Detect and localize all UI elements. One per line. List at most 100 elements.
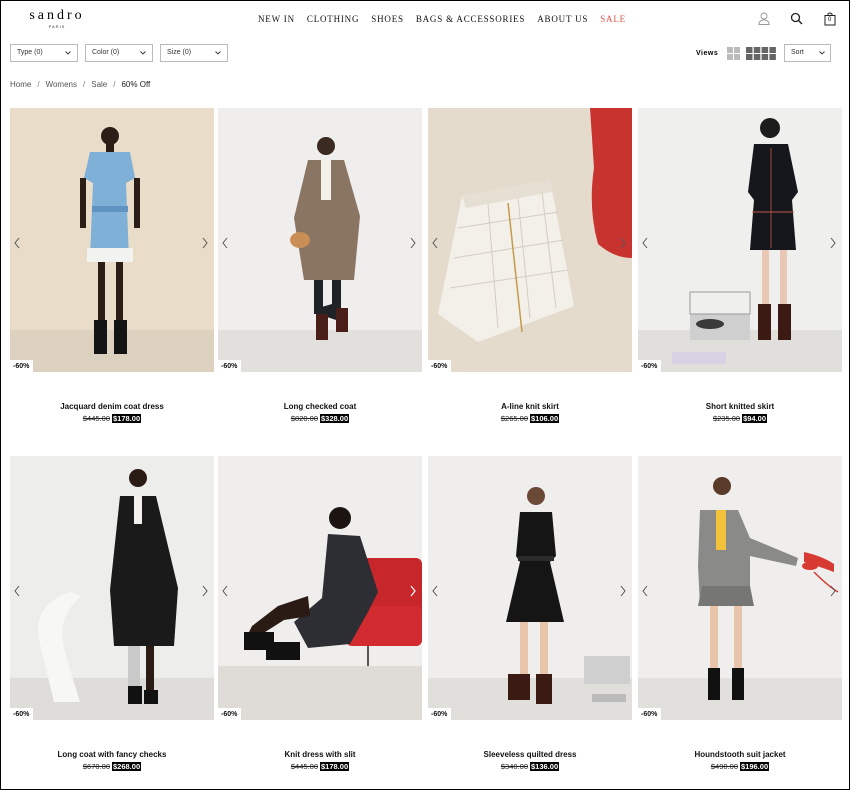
original-price: $490.00 [710,762,738,771]
product-price: $340.00 $136.00 [428,762,632,771]
search-icon[interactable] [790,12,804,26]
sale-price: $268.00 [112,762,142,771]
discount-badge: -60% [638,708,662,720]
main-nav: NEW IN CLOTHING SHOES BAGS & ACCESSORIES… [258,14,638,24]
breadcrumb-home[interactable]: Home [10,80,31,89]
nav-sale[interactable]: SALE [600,14,626,24]
brand-name: sandro [29,8,85,23]
product-name[interactable]: Short knitted skirt [638,402,842,411]
sale-price: $94.00 [742,414,768,423]
filter-color[interactable]: Color (0) [85,44,153,62]
product-price: $490.00 $196.00 [638,762,842,771]
breadcrumb-separator: / [113,80,116,89]
original-price: $340.00 [500,762,528,771]
product-price: $235.00 $94.00 [638,414,842,423]
product-price: $670.00 $268.00 [10,762,214,771]
filter-size-label: Size (0) [167,49,192,56]
chevron-left-icon[interactable] [640,236,650,250]
product-price: $265.00 $106.00 [428,414,632,423]
discount-badge: -60% [218,708,242,720]
original-price: $670.00 [82,762,110,771]
original-price: $235.00 [712,414,741,423]
product-price: $445.00 $178.00 [218,762,422,771]
chevron-down-icon [140,51,146,55]
original-price: $445.00 [290,762,318,771]
breadcrumb-sale[interactable]: Sale [91,80,107,89]
breadcrumb-current: 60% Off [121,80,151,89]
views-label: Views [696,50,719,57]
nav-new-in[interactable]: NEW IN [258,14,295,24]
breadcrumb-separator: / [37,80,40,89]
cart-icon[interactable]: 0 [824,12,838,26]
sale-price: $328.00 [320,414,350,423]
product-name[interactable]: Jacquard denim coat dress [10,402,214,411]
sale-price: $178.00 [112,414,142,423]
chevron-left-icon[interactable] [430,236,440,250]
chevron-left-icon[interactable] [220,584,230,598]
product-name[interactable]: Sleeveless quilted dress [428,750,632,759]
sale-price: $106.00 [530,414,560,423]
product-image[interactable]: -60% [218,456,422,720]
breadcrumb-womens[interactable]: Womens [46,80,77,89]
breadcrumb-separator: / [83,80,86,89]
product-price: $820.00 $328.00 [218,414,422,423]
product-image[interactable]: -60% [218,108,422,372]
nav-about-us[interactable]: ABOUT US [537,14,588,24]
product-name[interactable]: Long checked coat [218,402,422,411]
sort-dropdown[interactable]: Sort [784,44,831,62]
original-price: $820.00 [290,414,318,423]
chevron-left-icon[interactable] [220,236,230,250]
chevron-left-icon[interactable] [640,584,650,598]
breadcrumb: Home / Womens / Sale / 60% Off [10,80,150,89]
header-icons: 0 [756,12,838,28]
nav-shoes[interactable]: SHOES [371,14,404,24]
discount-badge: -60% [10,360,34,372]
chevron-right-icon[interactable] [200,236,210,250]
brand-logo[interactable]: sandro PARIS [20,8,94,30]
brand-sub: PARIS [48,24,66,29]
product-image[interactable]: -60% [638,108,842,372]
chevron-left-icon[interactable] [12,584,22,598]
discount-badge: -60% [10,708,34,720]
discount-badge: -60% [218,360,242,372]
chevron-down-icon [215,51,221,55]
sale-price: $196.00 [740,762,770,771]
cart-count: 0 [828,17,832,23]
product-image[interactable]: -60% [10,456,214,720]
chevron-down-icon [65,51,71,55]
product-name[interactable]: Knit dress with slit [218,750,422,759]
4-column-grid-icon[interactable] [746,47,776,65]
product-name[interactable]: A-line knit skirt [428,402,632,411]
product-name[interactable]: Long coat with fancy checks [10,750,214,759]
original-price: $265.00 [500,414,528,423]
chevron-right-icon[interactable] [200,584,210,598]
product-image[interactable]: -60% [428,108,632,372]
sale-price: $136.00 [530,762,560,771]
discount-badge: -60% [428,708,452,720]
chevron-right-icon[interactable] [828,584,838,598]
product-price: $445.00 $178.00 [10,414,214,423]
chevron-right-icon[interactable] [408,236,418,250]
chevron-right-icon[interactable] [828,236,838,250]
chevron-right-icon[interactable] [408,584,418,598]
sort-label: Sort [791,49,804,56]
product-image[interactable]: -60% [428,456,632,720]
chevron-right-icon[interactable] [618,584,628,598]
chevron-down-icon [819,51,825,55]
filter-type[interactable]: Type (0) [10,44,78,62]
original-price: $445.00 [82,414,110,423]
nav-bags-accessories[interactable]: BAGS & ACCESSORIES [416,14,525,24]
2-column-grid-icon[interactable] [727,47,740,65]
account-icon[interactable] [758,12,772,26]
chevron-right-icon[interactable] [618,236,628,250]
chevron-left-icon[interactable] [12,236,22,250]
product-name[interactable]: Houndstooth suit jacket [638,750,842,759]
nav-clothing[interactable]: CLOTHING [307,14,359,24]
product-image[interactable]: -60% [10,108,214,372]
filter-size[interactable]: Size (0) [160,44,228,62]
chevron-left-icon[interactable] [430,584,440,598]
filter-bar: Type (0) Color (0) Size (0) [10,44,228,62]
sale-price: $178.00 [320,762,350,771]
product-image[interactable]: -60% [638,456,842,720]
discount-badge: -60% [428,360,452,372]
